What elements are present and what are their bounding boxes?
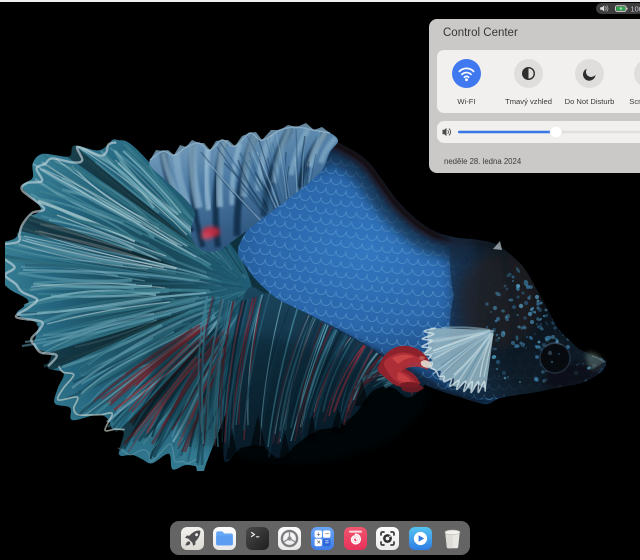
svg-text:100: 100 [631,4,640,13]
svg-text:=: = [325,539,329,546]
svg-text:−: − [325,531,329,538]
svg-text:+: + [316,531,320,538]
svg-text:×: × [317,539,321,546]
